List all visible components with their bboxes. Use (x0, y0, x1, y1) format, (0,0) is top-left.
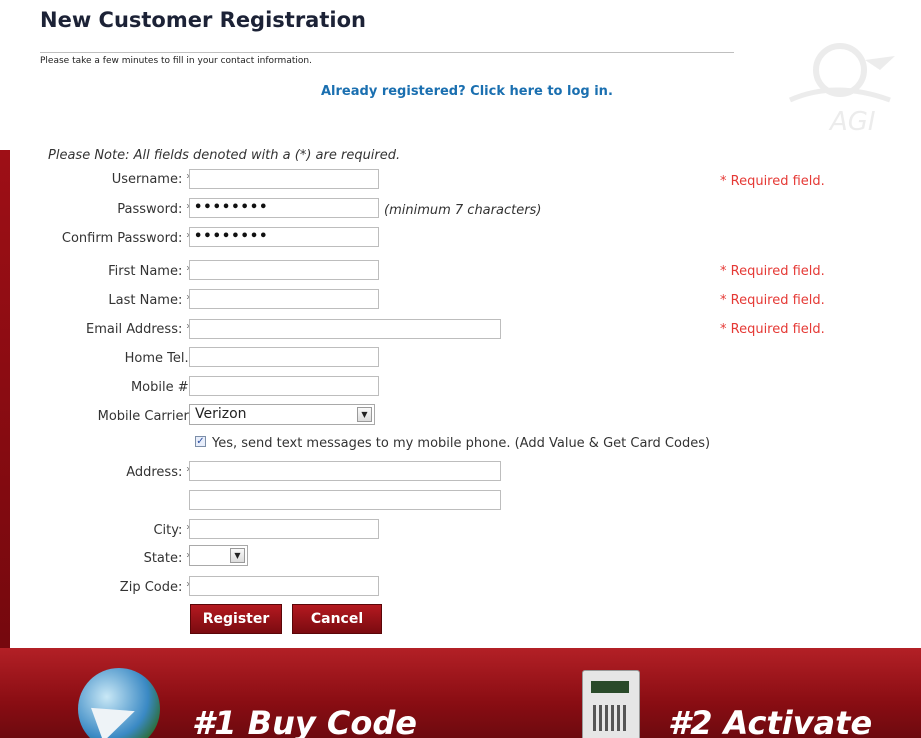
address-label-text: Address: (126, 465, 183, 480)
email-required: * Required field. (720, 322, 825, 337)
chevron-down-icon[interactable]: ▼ (230, 548, 245, 563)
password-label-text: Password: (117, 202, 183, 217)
required-note: Please Note: All fields denoted with a (… (48, 148, 401, 163)
sms-opt-in-checkbox[interactable]: ✓ (195, 436, 206, 447)
email-label-text: Email Address: (86, 322, 183, 337)
address-line2-input[interactable] (189, 490, 501, 510)
email-input[interactable] (189, 319, 501, 339)
password-input[interactable]: •••••••• (189, 198, 379, 218)
city-input[interactable] (189, 519, 379, 539)
carrier-select[interactable]: Verizon ▼ (189, 404, 375, 425)
last-name-required: * Required field. (720, 293, 825, 308)
home-tel-label: Home Tel.: (124, 351, 193, 366)
left-strip (0, 0, 10, 738)
last-name-label: Last Name: * (108, 293, 193, 308)
address-label: Address: * (126, 465, 193, 480)
page-title: New Customer Registration (40, 8, 366, 32)
city-label-text: City: (153, 523, 183, 538)
carrier-label: Mobile Carrier: (97, 409, 193, 424)
footer-banner: #1 Buy Code #2 Activate (0, 648, 921, 738)
zip-label-text: Zip Code: (119, 580, 183, 595)
address-line1-input[interactable] (189, 461, 501, 481)
svg-text:AGI: AGI (828, 107, 876, 137)
payment-terminal-icon (582, 670, 640, 738)
first-name-input[interactable] (189, 260, 379, 280)
password-label: Password: * (117, 202, 193, 217)
step2-label: #2 Activate (668, 704, 873, 738)
terminal-keypad (593, 705, 627, 731)
step1-label: #1 Buy Code (192, 704, 417, 738)
password-hint: (minimum 7 characters) (384, 203, 542, 218)
mobile-input[interactable] (189, 376, 379, 396)
first-name-required: * Required field. (720, 264, 825, 279)
last-name-input[interactable] (189, 289, 379, 309)
chevron-down-icon[interactable]: ▼ (357, 407, 372, 422)
cancel-button[interactable]: Cancel (292, 604, 382, 634)
username-required: * Required field. (720, 174, 825, 189)
state-label-text: State: (143, 551, 183, 566)
login-link[interactable]: Already registered? Click here to log in… (321, 84, 613, 99)
zip-input[interactable] (189, 576, 379, 596)
state-label: State: * (144, 551, 193, 566)
register-button[interactable]: Register (190, 604, 282, 634)
last-name-label-text: Last Name: (108, 293, 183, 308)
zip-label: Zip Code: * (120, 580, 193, 595)
username-label: Username: * (112, 172, 193, 187)
title-divider (40, 52, 734, 53)
terminal-screen (591, 681, 629, 693)
email-label: Email Address: * (86, 322, 193, 337)
username-input[interactable] (189, 169, 379, 189)
state-select[interactable]: ▼ (189, 545, 248, 566)
mobile-label: Mobile #: (130, 380, 193, 395)
carrier-value: Verizon (195, 406, 247, 422)
confirm-password-input[interactable]: •••••••• (189, 227, 379, 247)
username-label-text: Username: (111, 172, 183, 187)
first-name-label-text: First Name: (108, 264, 183, 279)
city-label: City: * (153, 523, 193, 538)
confirm-label-text: Confirm Password: (61, 231, 183, 246)
agi-logo-icon: AGI (788, 43, 895, 137)
confirm-password-label: Confirm Password: * (62, 231, 193, 246)
home-tel-input[interactable] (189, 347, 379, 367)
intro-text: Please take a few minutes to fill in you… (40, 56, 312, 66)
sms-opt-in-label: Yes, send text messages to my mobile pho… (212, 436, 711, 451)
first-name-label: First Name: * (108, 264, 193, 279)
